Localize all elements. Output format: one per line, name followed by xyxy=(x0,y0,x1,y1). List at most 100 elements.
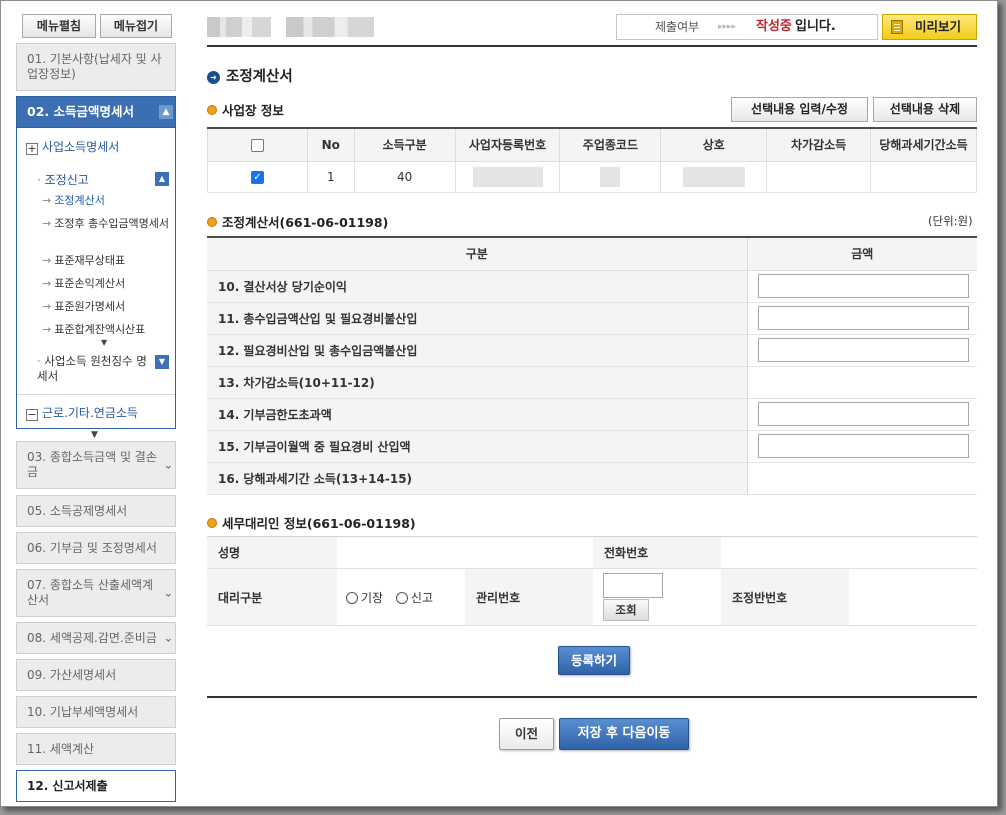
net-adjusted-income-value xyxy=(747,366,977,399)
sidebar-group-business-income[interactable]: + 사업소득명세서 xyxy=(26,138,119,155)
minus-icon: − xyxy=(26,408,38,421)
business-table: No 소득구분 사업자등록번호 주업종코드 상호 차가감소득 당해과세기간소득 … xyxy=(207,127,977,193)
sidebar-item-02[interactable]: 02. 소득금액명세서 ▲ xyxy=(16,96,176,128)
agent-table: 성명 전화번호 대리구분 기장 신고 관리번호 조회 조정반번호 xyxy=(207,536,977,626)
sidebar-link-revenue-statement[interactable]: → 조정후 총수입금액명세서 xyxy=(42,217,170,231)
table-header-row: No 소득구분 사업자등록번호 주업종코드 상호 차가감소득 당해과세기간소득 xyxy=(207,127,977,162)
table-row: 15. 기부금이월액 중 필요경비 산입액 xyxy=(207,430,977,463)
status-value: 작성중 xyxy=(756,19,792,34)
chevron-down-icon: ⌄ xyxy=(163,586,173,600)
register-button[interactable]: 등록하기 xyxy=(558,646,630,675)
sidebar-item-09[interactable]: 09. 가산세명세서 xyxy=(16,659,176,691)
sidebar-item-03[interactable]: 03. 종합소득금액 및 결손금 ⌄ xyxy=(16,441,176,489)
sidebar-item-01[interactable]: 01. 기본사항(납세자 및 사업장정보) xyxy=(16,43,176,91)
delete-selected-button[interactable]: 선택내용 삭제 xyxy=(873,97,977,122)
redacted-industry-code xyxy=(600,166,621,187)
submission-status: 제출여부 ▸▸▸▸ 작성중 입니다. xyxy=(616,14,878,40)
table-row[interactable]: ✓ 1 40 xyxy=(207,160,977,193)
sidebar-link-balance-sheet[interactable]: → 표준재무상태표 xyxy=(42,254,170,268)
col-net-income: 차가감소득 xyxy=(766,127,871,162)
mgmt-no-label: 관리번호 xyxy=(465,568,593,626)
radio-icon xyxy=(395,591,408,604)
col-industry-code: 주업종코드 xyxy=(559,127,662,162)
page-title: ➜ 조정계산서 xyxy=(207,65,293,86)
app-window: 메뉴펼침 메뉴접기 01. 기본사항(납세자 및 사업장정보) 02. 소득금액… xyxy=(0,0,998,807)
sidebar-item-06[interactable]: 06. 기부금 및 조정명세서 xyxy=(16,532,176,564)
table-row: 11. 총수입금액산입 및 필요경비불산입 xyxy=(207,302,977,335)
radio-icon xyxy=(346,591,358,604)
phone-value xyxy=(721,536,977,569)
lookup-button[interactable]: 조회 xyxy=(603,599,649,621)
sidebar-item-label: 01. 기본사항(납세자 및 사업장정보) xyxy=(27,52,162,81)
sidebar-sub-adjustment-filing[interactable]: · 조정신고 xyxy=(37,171,89,188)
select-all-checkbox[interactable] xyxy=(250,138,264,152)
chevron-down-icon: ⌄ xyxy=(163,630,173,646)
expense-inclusion-input[interactable] xyxy=(757,338,969,362)
col-category: 구분 xyxy=(207,236,748,271)
edit-selected-button[interactable]: 선택내용 입력/수정 xyxy=(731,97,868,122)
sidebar-link-cost-statement[interactable]: → 표준원가명세서 xyxy=(42,300,170,314)
team-no-label: 조정반번호 xyxy=(721,568,849,626)
col-amount: 금액 xyxy=(747,236,977,271)
sidebar-link-trial-balance[interactable]: → 표준합계잔액시산표 xyxy=(42,323,170,337)
save-next-button[interactable]: 저장 후 다음이동 xyxy=(559,718,689,750)
radio-filing[interactable]: 신고 xyxy=(395,591,433,605)
plus-icon: + xyxy=(26,142,38,155)
bullet-icon xyxy=(207,518,217,528)
table-row: 13. 차가감소득(10+11-12) xyxy=(207,366,977,399)
sidebar-item-10[interactable]: 10. 기납부세액명세서 xyxy=(16,696,176,728)
phone-label: 전화번호 xyxy=(593,536,721,569)
prev-button[interactable]: 이전 xyxy=(499,718,554,750)
sidebar-item-label: 02. 소득금액명세서 xyxy=(27,104,134,119)
name-value xyxy=(337,536,593,569)
chevron-up-icon[interactable]: ▲ xyxy=(159,105,173,119)
agent-heading: 세무대리인 정보(661-06-01198) xyxy=(207,513,416,532)
scroll-down-icon[interactable]: ▼ xyxy=(91,430,98,440)
bullet-icon xyxy=(207,217,217,227)
radio-bookkeeping[interactable]: 기장 xyxy=(346,591,383,605)
mgmt-no-input[interactable] xyxy=(603,573,663,598)
sidebar-item-12[interactable]: 12. 신고서제출 xyxy=(16,770,176,802)
table-row: 10. 결산서상 당기순이익 xyxy=(207,270,977,303)
scroll-down-icon[interactable]: ▼ xyxy=(101,338,107,347)
arrows-icon: ▸▸▸▸ xyxy=(718,22,737,32)
collapse-menu-button[interactable]: 메뉴접기 xyxy=(100,14,172,38)
sidebar-link-adjustment-statement[interactable]: → 조정계산서 xyxy=(42,194,170,208)
redacted-company-name xyxy=(682,166,745,187)
revenue-inclusion-input[interactable] xyxy=(757,306,969,330)
sidebar-group-labor[interactable]: − 근로.기타.연금소득 xyxy=(26,404,138,421)
table-row: 14. 기부금한도초과액 xyxy=(207,398,977,431)
sidebar-link-income-statement[interactable]: → 표준손익계산서 xyxy=(42,277,170,291)
chevron-up-icon[interactable]: ▲ xyxy=(155,172,169,186)
sidebar-item-07[interactable]: 07. 종합소득 산출세액계산서 ⌄ xyxy=(16,569,176,617)
col-no: No xyxy=(306,127,355,162)
redacted-id xyxy=(286,17,374,37)
sidebar-item-11[interactable]: 11. 세액계산 xyxy=(16,733,176,765)
sidebar-item-05[interactable]: 05. 소득공제명세서 xyxy=(16,495,176,527)
redacted-name xyxy=(207,17,271,37)
adjustment-table: 구분 금액 10. 결산서상 당기순이익 11. 총수입금액산입 및 필요경비불… xyxy=(207,236,977,495)
donation-carryover-input[interactable] xyxy=(757,434,969,458)
table-row: 16. 당해과세기간 소득(13+14-15) xyxy=(207,462,977,495)
sidebar-sub-withholding[interactable]: · 사업소득 원천징수 명세서 xyxy=(37,354,155,384)
col-period-income: 당해과세기간소득 xyxy=(870,127,977,162)
sidebar-submenu: + 사업소득명세서 · 조정신고 ▲ → 조정계산서 → 조정후 총수입금액명세서 →… xyxy=(16,128,176,429)
name-label: 성명 xyxy=(207,536,337,569)
chevron-down-icon: ⌄ xyxy=(163,458,173,472)
arrow-circle-icon: ➜ xyxy=(207,71,220,84)
preview-button[interactable]: 미리보기 xyxy=(882,14,977,40)
redacted-biz-reg-no xyxy=(472,166,543,187)
adjustment-heading: 조정계산서(661-06-01198) xyxy=(207,212,388,231)
chevron-down-icon[interactable]: ▼ xyxy=(155,355,169,369)
business-info-heading: 사업장 정보 xyxy=(207,100,284,119)
expand-menu-button[interactable]: 메뉴펼침 xyxy=(22,14,96,38)
team-no-value xyxy=(849,568,977,626)
col-income-type: 소득구분 xyxy=(353,127,456,162)
donation-excess-input[interactable] xyxy=(757,402,969,426)
net-income-input[interactable] xyxy=(757,274,969,298)
unit-label: (단위:원) xyxy=(928,214,973,228)
col-biz-reg-no: 사업자등록번호 xyxy=(454,127,561,162)
bullet-icon xyxy=(207,105,217,115)
row-checkbox[interactable]: ✓ xyxy=(250,170,264,184)
sidebar-item-08[interactable]: 08. 세액공제.감면.준비금 ⌄ xyxy=(16,622,176,654)
